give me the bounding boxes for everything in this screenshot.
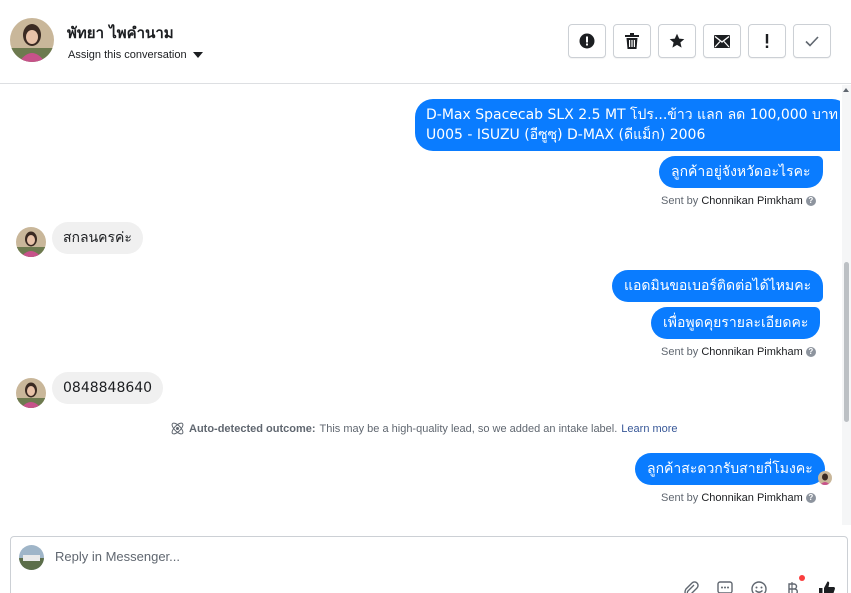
contact-avatar-small[interactable] — [16, 378, 46, 408]
message-text: แอดมินขอเบอร์ติดต่อได้ไหมคะ — [624, 278, 812, 294]
like-button[interactable] — [817, 579, 837, 593]
message-bubble-outgoing[interactable]: ลูกค้าสะดวกรับสายกี่โมงคะ — [635, 453, 825, 485]
message-text-line: D-Max Spacecab SLX 2.5 MT โปร...ข้าว แลก… — [426, 107, 839, 123]
contact-avatar-small[interactable] — [16, 227, 46, 257]
scroll-up-arrow-icon[interactable] — [843, 88, 849, 92]
sender-name: Chonnikan Pimkham — [701, 346, 803, 358]
sent-by-info: Sent by Chonnikan Pimkham ? — [661, 346, 816, 358]
message-text: ลูกค้าอยู่จังหวัดอะไรคะ — [671, 164, 811, 180]
composer-toolbar — [681, 575, 837, 593]
outcome-label: Auto-detected outcome: — [189, 422, 316, 435]
chevron-down-icon — [192, 52, 203, 58]
chat-bubble-icon — [717, 581, 733, 593]
sender-name: Chonnikan Pimkham — [701, 195, 803, 207]
reply-composer — [10, 536, 848, 593]
sent-by-prefix: Sent by — [661, 492, 699, 504]
envelope-icon — [714, 34, 730, 48]
baht-icon — [788, 582, 798, 593]
emoji-button[interactable] — [749, 579, 769, 593]
message-bubble-outgoing[interactable]: ลูกค้าอยู่จังหวัดอะไรคะ — [659, 156, 823, 188]
scrollbar-thumb[interactable] — [844, 262, 849, 422]
paperclip-icon — [684, 581, 699, 593]
page-avatar — [19, 545, 44, 570]
thumbs-up-icon — [819, 581, 835, 593]
help-icon[interactable]: ? — [805, 493, 816, 503]
mark-unread-button[interactable] — [703, 24, 741, 58]
smiley-icon — [751, 581, 767, 593]
spam-button[interactable] — [568, 24, 606, 58]
help-icon[interactable]: ? — [805, 196, 816, 206]
attach-button[interactable] — [681, 579, 701, 593]
message-text-line: U005 - ISUZU (อีซูซุ) D-MAX (ดีแม็ก) 200… — [426, 127, 706, 143]
assign-conversation-dropdown[interactable]: Assign this conversation — [68, 49, 203, 61]
exclamation-icon — [765, 34, 769, 48]
contact-name[interactable]: พัทยา ไพคำนาม — [67, 21, 174, 45]
message-bubble-incoming[interactable]: 0848848640 — [52, 372, 164, 404]
sent-by-info: Sent by Chonnikan Pimkham ? — [661, 492, 816, 504]
contact-avatar[interactable] — [10, 18, 54, 62]
checkmark-icon — [805, 35, 819, 47]
message-bubble-outgoing[interactable]: แอดมินขอเบอร์ติดต่อได้ไหมคะ — [612, 270, 824, 302]
star-icon — [669, 33, 685, 48]
payment-button[interactable] — [783, 575, 805, 593]
sent-by-prefix: Sent by — [661, 346, 699, 358]
atom-icon — [171, 422, 184, 435]
header-actions — [568, 24, 831, 58]
notification-dot — [799, 575, 805, 581]
sender-name: Chonnikan Pimkham — [701, 492, 803, 504]
reply-input[interactable] — [55, 549, 755, 564]
message-text: 0848848640 — [63, 380, 153, 396]
delete-button[interactable] — [613, 24, 651, 58]
star-button[interactable] — [658, 24, 696, 58]
read-receipt-avatar — [818, 471, 832, 485]
message-text: สกลนครค่ะ — [63, 230, 132, 246]
saved-replies-button[interactable] — [715, 579, 735, 593]
mark-done-button[interactable] — [793, 24, 831, 58]
message-text: ลูกค้าสะดวกรับสายกี่โมงคะ — [647, 461, 813, 477]
outcome-text: This may be a high-quality lead, so we a… — [319, 422, 618, 435]
conversation-header: พัทยา ไพคำนาม Assign this conversation — [0, 0, 851, 84]
trash-icon — [625, 33, 639, 49]
help-icon[interactable]: ? — [805, 347, 816, 357]
message-bubble-incoming[interactable]: สกลนครค่ะ — [52, 222, 143, 254]
message-text: เพื่อพูดคุยรายละเอียดคะ — [663, 315, 809, 331]
auto-detected-outcome-notice: Auto-detected outcome: This may be a hig… — [170, 421, 678, 436]
sent-by-prefix: Sent by — [661, 195, 699, 207]
message-bubble-outgoing[interactable]: D-Max Spacecab SLX 2.5 MT โปร...ข้าว แลก… — [415, 99, 840, 151]
assign-label: Assign this conversation — [68, 49, 187, 61]
learn-more-link[interactable]: Learn more — [621, 423, 677, 435]
message-bubble-outgoing[interactable]: เพื่อพูดคุยรายละเอียดคะ — [651, 307, 821, 339]
follow-up-button[interactable] — [748, 24, 786, 58]
message-thread[interactable]: D-Max Spacecab SLX 2.5 MT โปร...ข้าว แลก… — [0, 85, 840, 525]
sent-by-info: Sent by Chonnikan Pimkham ? — [661, 195, 816, 207]
alert-circle-icon — [579, 33, 595, 49]
